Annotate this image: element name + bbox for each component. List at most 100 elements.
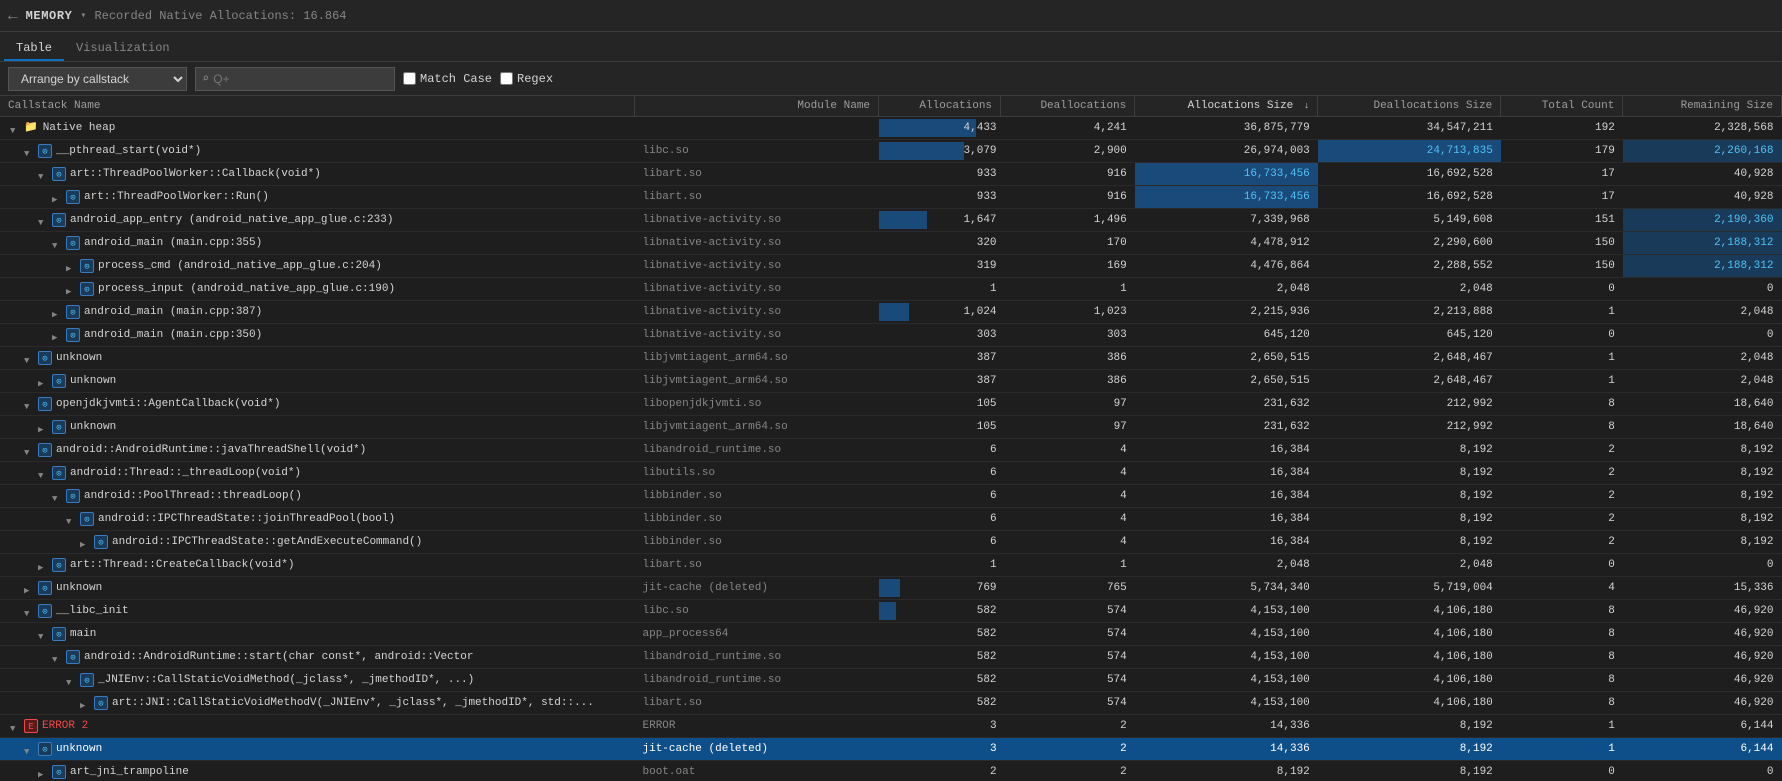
table-row[interactable]: ▼ ⊙ android::Thread::_threadLoop(void*) … bbox=[0, 462, 1782, 485]
regex-checkbox[interactable] bbox=[500, 72, 513, 85]
toggle-icon[interactable]: ▶ bbox=[80, 697, 92, 709]
app-dropdown[interactable]: ▾ bbox=[80, 10, 86, 22]
cell-alloc-size: 8,192 bbox=[1135, 761, 1318, 781]
toggle-icon[interactable]: ▼ bbox=[66, 674, 78, 686]
back-button[interactable]: ← bbox=[8, 7, 18, 25]
search-input[interactable] bbox=[213, 72, 373, 86]
table-row[interactable]: ▶ ⊙ process_cmd (android_native_app_glue… bbox=[0, 255, 1782, 278]
match-case-checkbox[interactable] bbox=[403, 72, 416, 85]
table-row[interactable]: ▶ ⊙ art::ThreadPoolWorker::Run() libart.… bbox=[0, 186, 1782, 209]
table-row[interactable]: ▶ ⊙ art::Thread::CreateCallback(void*) l… bbox=[0, 554, 1782, 577]
cell-remaining-size: 0 bbox=[1623, 761, 1782, 781]
table-row[interactable]: ▼ ⊙ android_main (main.cpp:355) libnativ… bbox=[0, 232, 1782, 255]
cell-alloc-size: 26,974,003 bbox=[1135, 140, 1318, 163]
toggle-icon[interactable]: ▼ bbox=[52, 490, 64, 502]
cell-callstack: ▶ ⊙ unknown bbox=[0, 577, 635, 600]
table-row[interactable]: ▼ ⊙ android_app_entry (android_native_ap… bbox=[0, 209, 1782, 232]
table-row[interactable]: ▼ ⊙ unknown libjvmtiagent_arm64.so387386… bbox=[0, 347, 1782, 370]
arrange-select[interactable]: Arrange by callstack Arrange by allocati… bbox=[8, 67, 187, 91]
table-row[interactable]: ▼ ⊙ openjdkjvmti::AgentCallback(void*) l… bbox=[0, 393, 1782, 416]
table-row[interactable]: ▼ E ERROR 2 ERROR3214,3368,19216,144 bbox=[0, 715, 1782, 738]
cell-total-count: 1 bbox=[1501, 738, 1623, 761]
toggle-icon[interactable]: ▶ bbox=[52, 329, 64, 341]
table-row[interactable]: ▶ ⊙ art::JNI::CallStaticVoidMethodV(_JNI… bbox=[0, 692, 1782, 715]
table-row[interactable]: ▶ ⊙ unknown libjvmtiagent_arm64.so387386… bbox=[0, 370, 1782, 393]
cell-dealloc-size: 4,106,180 bbox=[1318, 669, 1501, 692]
tab-table[interactable]: Table bbox=[4, 37, 64, 61]
table-row[interactable]: ▼ ⊙ art::ThreadPoolWorker::Callback(void… bbox=[0, 163, 1782, 186]
cell-dealloc-size: 2,648,467 bbox=[1318, 347, 1501, 370]
toggle-icon[interactable]: ▶ bbox=[38, 421, 50, 433]
table-row[interactable]: ▼ ⊙ android::PoolThread::threadLoop() li… bbox=[0, 485, 1782, 508]
table-row[interactable]: ▼ ⊙ unknown jit-cache (deleted)3214,3368… bbox=[0, 738, 1782, 761]
toggle-icon[interactable]: ▼ bbox=[66, 513, 78, 525]
toggle-icon[interactable]: ▼ bbox=[38, 467, 50, 479]
col-header-dealloc[interactable]: Deallocations bbox=[1001, 96, 1135, 117]
col-header-alloc-size[interactable]: Allocations Size ↓ bbox=[1135, 96, 1318, 117]
table-row[interactable]: ▼ ⊙ main app_process645825744,153,1004,1… bbox=[0, 623, 1782, 646]
col-header-callstack[interactable]: Callstack Name bbox=[0, 96, 635, 117]
toggle-icon[interactable]: ▼ bbox=[24, 743, 36, 755]
toggle-icon[interactable]: ▼ bbox=[10, 122, 22, 134]
toggle-icon[interactable]: ▼ bbox=[24, 605, 36, 617]
tab-bar: Table Visualization bbox=[0, 32, 1782, 62]
cell-dealloc: 765 bbox=[1001, 577, 1135, 600]
toggle-icon[interactable]: ▼ bbox=[52, 651, 64, 663]
toggle-icon[interactable]: ▶ bbox=[52, 306, 64, 318]
cell-module: libopenjdkjvmti.so bbox=[635, 393, 879, 416]
table-row[interactable]: ▼ ⊙ android::IPCThreadState::joinThreadP… bbox=[0, 508, 1782, 531]
table-row[interactable]: ▶ ⊙ android_main (main.cpp:350) libnativ… bbox=[0, 324, 1782, 347]
table-row[interactable]: ▼ ⊙ android::AndroidRuntime::start(char … bbox=[0, 646, 1782, 669]
table-row[interactable]: ▼ ⊙ android::AndroidRuntime::javaThreadS… bbox=[0, 439, 1782, 462]
toggle-icon[interactable]: ▼ bbox=[24, 352, 36, 364]
cell-callstack: ▼ ⊙ _JNIEnv::CallStaticVoidMethod(_jclas… bbox=[0, 669, 635, 692]
cell-dealloc-size: 4,106,180 bbox=[1318, 646, 1501, 669]
table-row[interactable]: ▶ ⊙ android_main (main.cpp:387) libnativ… bbox=[0, 301, 1782, 324]
col-header-module[interactable]: Module Name bbox=[635, 96, 879, 117]
cell-callstack: ▼ 📁 Native heap bbox=[0, 117, 635, 140]
cell-remaining-size: 2,048 bbox=[1623, 370, 1782, 393]
toggle-icon[interactable]: ▶ bbox=[38, 766, 50, 778]
toggle-icon[interactable]: ▶ bbox=[24, 582, 36, 594]
toggle-icon[interactable]: ▼ bbox=[24, 145, 36, 157]
table-row[interactable]: ▶ ⊙ android::IPCThreadState::getAndExecu… bbox=[0, 531, 1782, 554]
cell-alloc: 3 bbox=[879, 738, 1001, 761]
cell-alloc-size: 16,384 bbox=[1135, 508, 1318, 531]
table-row[interactable]: ▼ ⊙ _JNIEnv::CallStaticVoidMethod(_jclas… bbox=[0, 669, 1782, 692]
toggle-icon[interactable]: ▼ bbox=[24, 444, 36, 456]
table-row[interactable]: ▶ ⊙ process_input (android_native_app_gl… bbox=[0, 278, 1782, 301]
col-header-remaining-size[interactable]: Remaining Size bbox=[1623, 96, 1782, 117]
regex-label[interactable]: Regex bbox=[500, 72, 553, 86]
toggle-icon[interactable]: ▼ bbox=[24, 398, 36, 410]
cell-remaining-size: 46,920 bbox=[1623, 600, 1782, 623]
func-name: art::ThreadPoolWorker::Callback(void*) bbox=[70, 165, 321, 183]
table-row[interactable]: ▼ ⊙ __libc_init libc.so5825744,153,1004,… bbox=[0, 600, 1782, 623]
table-row[interactable]: ▼ ⊙ __pthread_start(void*) libc.so3,0792… bbox=[0, 140, 1782, 163]
col-header-dealloc-size[interactable]: Deallocations Size bbox=[1318, 96, 1501, 117]
cell-alloc: 105 bbox=[879, 393, 1001, 416]
table-row[interactable]: ▶ ⊙ art_jni_trampoline boot.oat228,1928,… bbox=[0, 761, 1782, 781]
toggle-icon[interactable]: ▶ bbox=[38, 375, 50, 387]
toggle-icon[interactable]: ▶ bbox=[66, 283, 78, 295]
cell-remaining-size: 8,192 bbox=[1623, 508, 1782, 531]
tab-visualization[interactable]: Visualization bbox=[64, 37, 182, 61]
cell-dealloc: 916 bbox=[1001, 186, 1135, 209]
toggle-icon[interactable]: ▼ bbox=[52, 237, 64, 249]
toggle-icon[interactable]: ▼ bbox=[10, 720, 22, 732]
toggle-icon[interactable]: ▶ bbox=[80, 536, 92, 548]
match-case-label[interactable]: Match Case bbox=[403, 72, 492, 86]
toggle-icon[interactable]: ▶ bbox=[52, 191, 64, 203]
toggle-icon[interactable]: ▶ bbox=[66, 260, 78, 272]
table-row[interactable]: ▶ ⊙ unknown jit-cache (deleted)7697655,7… bbox=[0, 577, 1782, 600]
cell-remaining-size: 18,640 bbox=[1623, 393, 1782, 416]
cell-callstack: ▼ ⊙ android_main (main.cpp:355) bbox=[0, 232, 635, 255]
table-row[interactable]: ▶ ⊙ unknown libjvmtiagent_arm64.so105972… bbox=[0, 416, 1782, 439]
toggle-icon[interactable]: ▶ bbox=[38, 559, 50, 571]
table-row[interactable]: ▼ 📁 Native heap 4,4334,24136,875,77934,5… bbox=[0, 117, 1782, 140]
toggle-icon[interactable]: ▼ bbox=[38, 628, 50, 640]
col-header-alloc[interactable]: Allocations bbox=[879, 96, 1001, 117]
toggle-icon[interactable]: ▼ bbox=[38, 214, 50, 226]
cell-module: libart.so bbox=[635, 554, 879, 577]
col-header-total-count[interactable]: Total Count bbox=[1501, 96, 1623, 117]
toggle-icon[interactable]: ▼ bbox=[38, 168, 50, 180]
